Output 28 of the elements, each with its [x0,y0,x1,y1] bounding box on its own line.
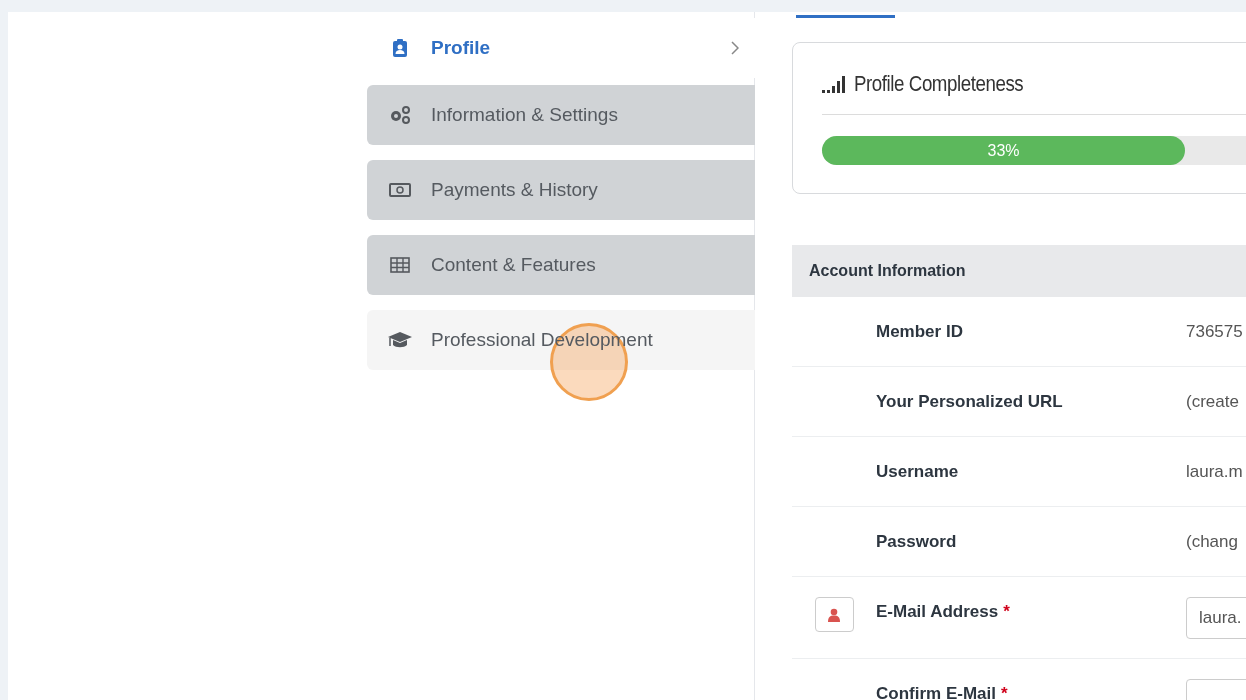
gears-icon [389,106,411,124]
field-label: Password [876,531,957,551]
id-badge-icon [392,39,408,57]
progress-reading: 33% [987,140,1020,161]
field-label: Member ID [876,321,963,341]
user-button[interactable] [814,597,854,632]
sidebar-item[interactable]: Payments & History [367,160,755,220]
field-value: (chang [1186,530,1238,553]
field-label: Confirm E-Mail [876,683,996,700]
user-icon [828,607,840,622]
field-value: laura.m [1186,460,1243,483]
required-mark: * [1003,601,1010,621]
field-value: 736575 [1186,320,1243,343]
graduation-cap-icon [387,331,413,349]
table-icon [390,257,410,273]
sidebar-item[interactable]: Information & Settings [367,85,755,145]
section-header: Account Information [792,245,1246,297]
banknote-icon [389,183,411,197]
chevron-right-icon [731,41,739,55]
signal-bars-icon [822,74,846,93]
field-label: E-Mail Address [876,601,999,621]
required-mark: * [1000,683,1008,700]
sidebar-item[interactable]: Content & Features [367,235,755,295]
input-field[interactable]: laura. [1186,596,1246,639]
field-label: Username [876,461,959,481]
card-title: Profile Completeness [854,70,1024,98]
field-label: Your Personalized URL [876,391,1063,411]
field-value: (create [1186,390,1239,413]
